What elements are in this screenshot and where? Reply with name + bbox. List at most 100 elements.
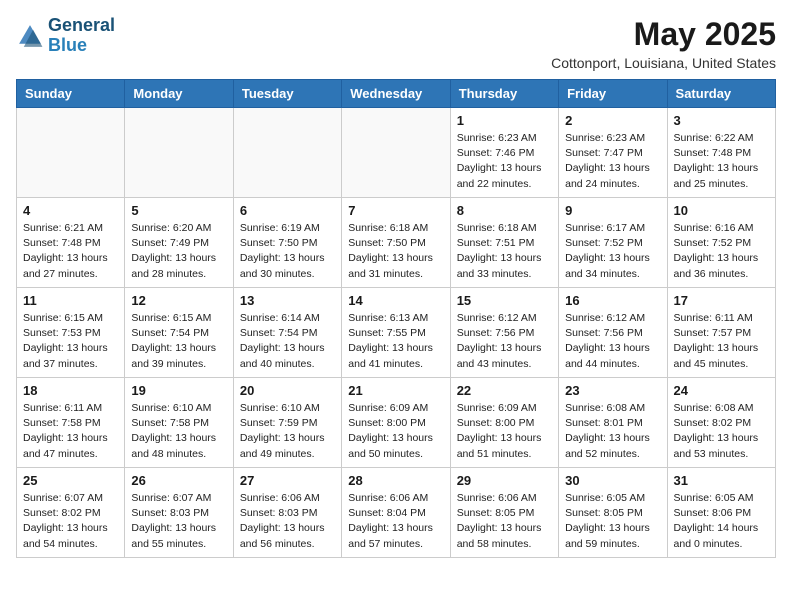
day-number: 10 xyxy=(674,203,769,218)
calendar-cell: 3Sunrise: 6:22 AM Sunset: 7:48 PM Daylig… xyxy=(667,108,775,198)
calendar-cell: 30 Sunrise: 6:05 AM Sunset: 8:05 PM Dayli… xyxy=(559,468,667,558)
day-info: Sunrise: 6:10 AM Sunset: 7:58 PM Dayligh… xyxy=(131,401,226,462)
day-number: 19 xyxy=(131,383,226,398)
day-number: 30 xyxy=(565,473,660,488)
page-header: GeneralBlue May 2025 Cottonport, Louisia… xyxy=(16,16,776,71)
day-number: 27 xyxy=(240,473,335,488)
calendar-cell: 24 Sunrise: 6:08 AM Sunset: 8:02 PM Dayli… xyxy=(667,378,775,468)
calendar-cell: 18Sunrise: 6:11 AM Sunset: 7:58 PM Dayli… xyxy=(17,378,125,468)
calendar-cell: 29Sunrise: 6:06 AM Sunset: 8:05 PM Dayli… xyxy=(450,468,558,558)
calendar-cell: 9 Sunrise: 6:17 AM Sunset: 7:52 PM Daylig… xyxy=(559,198,667,288)
day-info: Sunrise: 6:10 AM Sunset: 7:59 PM Dayligh… xyxy=(240,401,335,462)
day-info: Sunrise: 6:07 AM Sunset: 8:02 PM Dayligh… xyxy=(23,491,118,552)
day-info: Sunrise: 6:11 AM Sunset: 7:57 PM Dayligh… xyxy=(674,311,769,372)
day-info: Sunrise: 6:16 AM Sunset: 7:52 PM Dayligh… xyxy=(674,221,769,282)
calendar-cell: 21 Sunrise: 6:09 AM Sunset: 8:00 PM Dayli… xyxy=(342,378,450,468)
week-row-2: 4 Sunrise: 6:21 AM Sunset: 7:48 PM Daylig… xyxy=(17,198,776,288)
calendar-cell: 5 Sunrise: 6:20 AM Sunset: 7:49 PM Daylig… xyxy=(125,198,233,288)
day-number: 23 xyxy=(565,383,660,398)
day-number: 22 xyxy=(457,383,552,398)
day-info: Sunrise: 6:05 AM Sunset: 8:06 PM Dayligh… xyxy=(674,491,769,552)
logo: GeneralBlue xyxy=(16,16,115,56)
col-tuesday: Tuesday xyxy=(233,80,341,108)
calendar-cell xyxy=(17,108,125,198)
calendar-cell xyxy=(125,108,233,198)
day-info: Sunrise: 6:14 AM Sunset: 7:54 PM Dayligh… xyxy=(240,311,335,372)
calendar-cell: 7Sunrise: 6:18 AM Sunset: 7:50 PM Daylig… xyxy=(342,198,450,288)
col-thursday: Thursday xyxy=(450,80,558,108)
week-row-5: 25Sunrise: 6:07 AM Sunset: 8:02 PM Dayli… xyxy=(17,468,776,558)
week-row-1: 1 Sunrise: 6:23 AM Sunset: 7:46 PM Daylig… xyxy=(17,108,776,198)
day-number: 16 xyxy=(565,293,660,308)
day-number: 5 xyxy=(131,203,226,218)
calendar-cell: 25Sunrise: 6:07 AM Sunset: 8:02 PM Dayli… xyxy=(17,468,125,558)
day-number: 18 xyxy=(23,383,118,398)
col-sunday: Sunday xyxy=(17,80,125,108)
calendar-cell: 26Sunrise: 6:07 AM Sunset: 8:03 PM Dayli… xyxy=(125,468,233,558)
calendar-cell: 20 Sunrise: 6:10 AM Sunset: 7:59 PM Dayli… xyxy=(233,378,341,468)
day-number: 20 xyxy=(240,383,335,398)
day-info: Sunrise: 6:21 AM Sunset: 7:48 PM Dayligh… xyxy=(23,221,118,282)
day-info: Sunrise: 6:09 AM Sunset: 8:00 PM Dayligh… xyxy=(457,401,552,462)
day-info: Sunrise: 6:12 AM Sunset: 7:56 PM Dayligh… xyxy=(457,311,552,372)
calendar-cell: 27 Sunrise: 6:06 AM Sunset: 8:03 PM Dayli… xyxy=(233,468,341,558)
day-info: Sunrise: 6:19 AM Sunset: 7:50 PM Dayligh… xyxy=(240,221,335,282)
day-number: 14 xyxy=(348,293,443,308)
month-year-title: May 2025 xyxy=(551,16,776,53)
day-info: Sunrise: 6:17 AM Sunset: 7:52 PM Dayligh… xyxy=(565,221,660,282)
day-info: Sunrise: 6:12 AM Sunset: 7:56 PM Dayligh… xyxy=(565,311,660,372)
col-saturday: Saturday xyxy=(667,80,775,108)
day-info: Sunrise: 6:05 AM Sunset: 8:05 PM Dayligh… xyxy=(565,491,660,552)
day-info: Sunrise: 6:08 AM Sunset: 8:02 PM Dayligh… xyxy=(674,401,769,462)
calendar-cell: 16 Sunrise: 6:12 AM Sunset: 7:56 PM Dayli… xyxy=(559,288,667,378)
day-number: 26 xyxy=(131,473,226,488)
day-info: Sunrise: 6:09 AM Sunset: 8:00 PM Dayligh… xyxy=(348,401,443,462)
calendar-cell: 31Sunrise: 6:05 AM Sunset: 8:06 PM Dayli… xyxy=(667,468,775,558)
day-info: Sunrise: 6:06 AM Sunset: 8:03 PM Dayligh… xyxy=(240,491,335,552)
calendar-cell: 15Sunrise: 6:12 AM Sunset: 7:56 PM Dayli… xyxy=(450,288,558,378)
day-info: Sunrise: 6:08 AM Sunset: 8:01 PM Dayligh… xyxy=(565,401,660,462)
day-number: 24 xyxy=(674,383,769,398)
col-friday: Friday xyxy=(559,80,667,108)
calendar-cell: 23 Sunrise: 6:08 AM Sunset: 8:01 PM Dayli… xyxy=(559,378,667,468)
day-info: Sunrise: 6:18 AM Sunset: 7:51 PM Dayligh… xyxy=(457,221,552,282)
day-number: 4 xyxy=(23,203,118,218)
week-row-4: 18Sunrise: 6:11 AM Sunset: 7:58 PM Dayli… xyxy=(17,378,776,468)
calendar-table: Sunday Monday Tuesday Wednesday Thursday… xyxy=(16,79,776,558)
day-number: 9 xyxy=(565,203,660,218)
calendar-header-row: Sunday Monday Tuesday Wednesday Thursday… xyxy=(17,80,776,108)
calendar-cell: 14 Sunrise: 6:13 AM Sunset: 7:55 PM Dayli… xyxy=(342,288,450,378)
day-info: Sunrise: 6:06 AM Sunset: 8:05 PM Dayligh… xyxy=(457,491,552,552)
day-number: 7 xyxy=(348,203,443,218)
col-wednesday: Wednesday xyxy=(342,80,450,108)
calendar-cell: 2Sunrise: 6:23 AM Sunset: 7:47 PM Daylig… xyxy=(559,108,667,198)
logo-text: GeneralBlue xyxy=(48,16,115,56)
calendar-cell: 12Sunrise: 6:15 AM Sunset: 7:54 PM Dayli… xyxy=(125,288,233,378)
day-info: Sunrise: 6:23 AM Sunset: 7:46 PM Dayligh… xyxy=(457,131,552,192)
day-number: 11 xyxy=(23,293,118,308)
calendar-cell: 11 Sunrise: 6:15 AM Sunset: 7:53 PM Dayli… xyxy=(17,288,125,378)
calendar-cell: 10 Sunrise: 6:16 AM Sunset: 7:52 PM Dayli… xyxy=(667,198,775,288)
calendar-cell: 8 Sunrise: 6:18 AM Sunset: 7:51 PM Daylig… xyxy=(450,198,558,288)
day-number: 3 xyxy=(674,113,769,128)
calendar-cell xyxy=(233,108,341,198)
day-number: 28 xyxy=(348,473,443,488)
week-row-3: 11 Sunrise: 6:15 AM Sunset: 7:53 PM Dayli… xyxy=(17,288,776,378)
day-info: Sunrise: 6:20 AM Sunset: 7:49 PM Dayligh… xyxy=(131,221,226,282)
calendar-cell: 1 Sunrise: 6:23 AM Sunset: 7:46 PM Daylig… xyxy=(450,108,558,198)
day-info: Sunrise: 6:13 AM Sunset: 7:55 PM Dayligh… xyxy=(348,311,443,372)
logo-icon xyxy=(16,22,44,50)
calendar-cell: 22 Sunrise: 6:09 AM Sunset: 8:00 PM Dayli… xyxy=(450,378,558,468)
calendar-cell: 6Sunrise: 6:19 AM Sunset: 7:50 PM Daylig… xyxy=(233,198,341,288)
day-number: 1 xyxy=(457,113,552,128)
day-info: Sunrise: 6:23 AM Sunset: 7:47 PM Dayligh… xyxy=(565,131,660,192)
calendar-cell: 4 Sunrise: 6:21 AM Sunset: 7:48 PM Daylig… xyxy=(17,198,125,288)
day-info: Sunrise: 6:15 AM Sunset: 7:53 PM Dayligh… xyxy=(23,311,118,372)
calendar-cell xyxy=(342,108,450,198)
day-number: 21 xyxy=(348,383,443,398)
location-subtitle: Cottonport, Louisiana, United States xyxy=(551,55,776,71)
calendar-cell: 28Sunrise: 6:06 AM Sunset: 8:04 PM Dayli… xyxy=(342,468,450,558)
day-number: 8 xyxy=(457,203,552,218)
day-number: 12 xyxy=(131,293,226,308)
col-monday: Monday xyxy=(125,80,233,108)
